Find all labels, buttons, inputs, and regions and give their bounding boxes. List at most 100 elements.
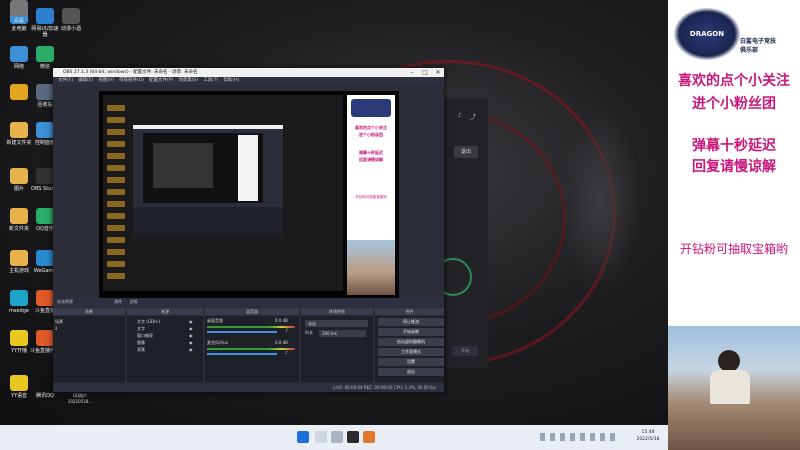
sources-dock[interactable]: 文字 (GDI+) ◉ 文字 ◉ 窗口捕获 ◉ 图像 ◉ 背景 ◉ <box>127 316 203 382</box>
wallpaper-shark <box>560 110 640 290</box>
preview-nested-obs <box>133 125 283 235</box>
background-app-share-icon[interactable]: ⤴ <box>470 112 476 121</box>
visibility-eye-icon[interactable]: ◉ <box>189 326 193 332</box>
menu-item[interactable]: 停靠部件(D) <box>119 78 144 83</box>
mixer-mic-slider[interactable] <box>207 353 277 355</box>
system-tray-icons[interactable] <box>540 433 620 441</box>
transitions-header: 转场特效 <box>301 308 373 315</box>
club-name-line2: 俱乐部 <box>740 47 759 54</box>
preview-overlay-text2: 进个小粉丝团 <box>359 132 383 137</box>
close-icon[interactable]: ✕ <box>432 68 444 77</box>
speaker-icon[interactable]: ♪ <box>285 328 288 334</box>
desktop-icon-label: 腾讯QQ <box>36 393 54 399</box>
background-app-window[interactable]: ♪ ⤴ 退出 开始 <box>434 88 488 368</box>
overlay-line5: 开钻粉可抽取宝箱哟 <box>679 242 788 256</box>
control-button[interactable]: 设置 <box>378 358 444 366</box>
control-button[interactable]: 启动虚拟摄像机 <box>378 338 444 346</box>
app-icon <box>36 290 54 306</box>
visibility-eye-icon[interactable]: ◉ <box>189 340 193 346</box>
control-button[interactable]: 退出 <box>378 368 444 376</box>
task-view-icon[interactable] <box>331 431 343 443</box>
minimize-icon[interactable]: – <box>406 68 418 77</box>
visibility-eye-icon[interactable]: ◉ <box>189 333 193 339</box>
app-icon <box>36 46 54 62</box>
source-item[interactable]: 图像 <box>137 340 145 346</box>
app-icon <box>36 8 54 24</box>
menu-item[interactable]: 工具(T) <box>203 78 218 83</box>
background-app-start-button[interactable]: 开始 <box>452 346 478 356</box>
mixer-desktop-slider[interactable] <box>207 331 277 333</box>
transitions-dock[interactable]: 淡出 时长 300 ms <box>301 316 373 382</box>
visibility-eye-icon[interactable]: ◉ <box>189 319 193 325</box>
taskbar: 15:48 2022/5/18 <box>0 425 668 450</box>
control-button[interactable]: 工作室模式 <box>378 348 444 356</box>
obs-window[interactable]: OBS 27.1.3 (64-bit, windows) - 配置文件: 未命名… <box>53 68 444 392</box>
desktop-file-caption[interactable]: QQ图片 20220518... <box>62 393 98 404</box>
app-icon <box>36 168 54 184</box>
scenes-dock[interactable]: 场景 2 <box>53 316 125 382</box>
background-app-bell-icon[interactable]: ♪ <box>458 112 462 119</box>
desktop-icon[interactable]: 微信 <box>29 46 61 70</box>
no-source-label: 未选择源 <box>57 299 73 304</box>
mixer-desktop-level: 0.0 dB <box>275 318 288 323</box>
preview-nested-screen <box>143 133 263 203</box>
menu-item[interactable]: 帮助(H) <box>223 78 239 83</box>
source-item[interactable]: 窗口捕获 <box>137 333 153 339</box>
preview-nested-overlay <box>238 135 258 201</box>
obs-titlebar[interactable]: OBS 27.1.3 (64-bit, windows) - 配置文件: 未命名… <box>53 68 444 77</box>
club-name-line1: 白鲨电子竞技 <box>740 38 777 45</box>
overlay-line4: 回复请慢谅解 <box>692 159 776 175</box>
mixer-mic-level: 0.0 dB <box>275 340 288 345</box>
controls-dock[interactable]: 停止推流开始录制启动虚拟摄像机 工作室模式设置退出 <box>375 316 444 382</box>
controls-header: 控件 <box>375 308 444 315</box>
obs-window-title: OBS 27.1.3 (64-bit, windows) - 配置文件: 未命名… <box>63 70 198 75</box>
maximize-icon[interactable]: □ <box>419 68 431 77</box>
taskbar-clock[interactable]: 15:48 2022/5/18 <box>628 429 668 443</box>
control-button[interactable]: 停止推流 <box>378 318 444 326</box>
duration-input[interactable]: 300 ms <box>319 330 366 337</box>
background-app-titlebar <box>444 88 488 98</box>
desktop-icon[interactable]: 白鲨 <box>3 0 35 24</box>
preview-logo <box>351 99 391 117</box>
scenes-header: 场景 <box>53 308 125 315</box>
search-icon[interactable] <box>315 431 327 443</box>
overlay-line3: 弹幕十秒延迟 <box>692 138 776 154</box>
duration-label: 时长 <box>305 330 313 335</box>
background-app-exit-button[interactable]: 退出 <box>454 146 478 158</box>
clock-time: 15:48 <box>641 430 655 435</box>
app-icon <box>36 250 54 266</box>
menu-item[interactable]: 文件(F) <box>58 78 73 83</box>
source-item[interactable]: 背景 <box>137 347 145 353</box>
source-item[interactable]: 文字 <box>137 326 145 332</box>
source-item[interactable]: 文字 (GDI+) <box>137 319 160 325</box>
desktop-icon[interactable]: 动漫小酒 <box>55 8 87 32</box>
obs-preview[interactable]: 喜欢的点个小关注 进个小粉丝团 弹幕十秒延迟 回复请慢谅解 开钻粉可抽取宝箱哟 <box>99 91 399 299</box>
windows-start-icon[interactable] <box>297 431 309 443</box>
streamer-photo <box>668 326 800 450</box>
transition-select[interactable]: 淡出 <box>305 320 368 327</box>
desktop-icon-label: 白鲨 <box>13 18 24 24</box>
app-icon <box>36 375 54 391</box>
visibility-eye-icon[interactable]: ◉ <box>189 347 193 353</box>
preview-overlay-text5: 开钻粉可抽取宝箱哟 <box>355 195 387 199</box>
mixer-dock[interactable]: 桌面音频 0.0 dB ♪ 麦克风/Aux 0.0 dB ♪ <box>205 316 299 382</box>
club-logo: DRAGON <box>674 8 740 60</box>
douyu-taskbar-icon[interactable] <box>363 431 375 443</box>
preview-overlay-text1: 喜欢的点个小关注 <box>355 125 387 130</box>
obs-statusbar: LIVE: 00:00:00 REC: 00:00:00 CPU: 5.3%, … <box>53 384 444 392</box>
control-button[interactable]: 开始录制 <box>378 328 444 336</box>
scene-item[interactable]: 场景 <box>55 319 63 325</box>
scene-item[interactable]: 2 <box>55 326 58 332</box>
menu-item[interactable]: 配置文件(P) <box>149 78 173 83</box>
menu-item[interactable]: 场景集(S) <box>178 78 198 83</box>
filters-button[interactable]: 滤镜 <box>130 299 138 304</box>
properties-button[interactable]: 属性 <box>114 299 122 304</box>
app-icon <box>36 330 54 346</box>
obs-taskbar-icon[interactable] <box>347 431 359 443</box>
menu-item[interactable]: 视图(V) <box>98 78 114 83</box>
obs-source-toolbar: 未选择源 属性 滤镜 <box>53 298 444 306</box>
menu-item[interactable]: 编辑(E) <box>78 78 93 83</box>
mic-icon[interactable]: ♪ <box>285 350 288 356</box>
app-icon <box>10 168 28 184</box>
app-icon <box>10 84 28 100</box>
